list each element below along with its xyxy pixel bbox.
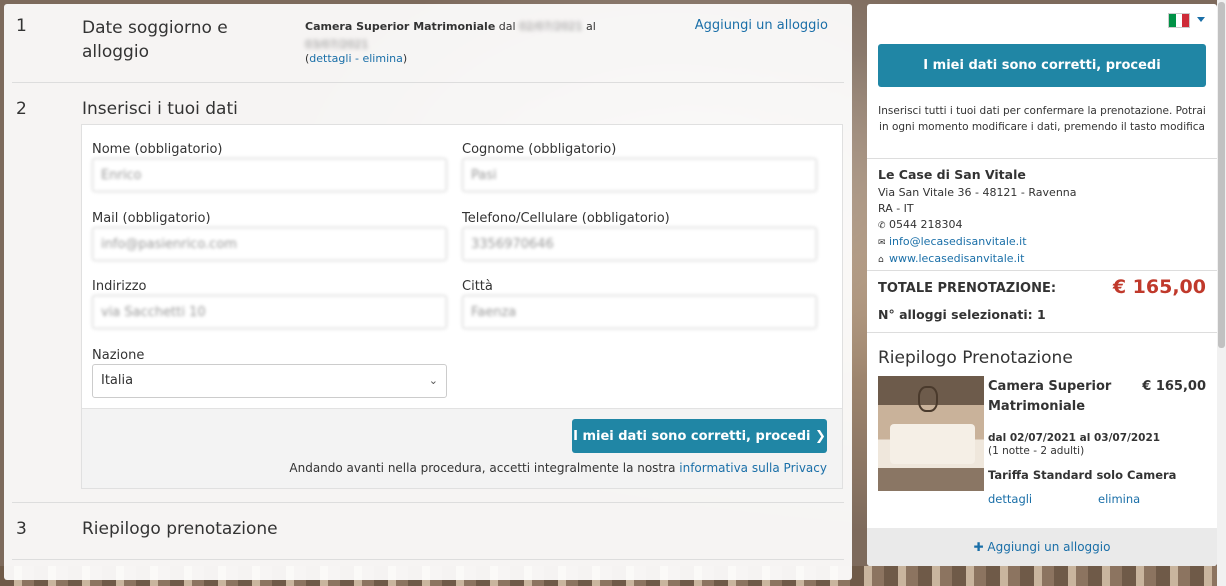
page-scrollbar[interactable] (1217, 0, 1226, 586)
sidebar-add-stay-label: Aggiungi un alloggio (987, 540, 1111, 554)
hotel-phone: 0544 218304 (889, 218, 963, 231)
hotel-website-link[interactable]: www.lecasedisanvitale.it (889, 252, 1024, 265)
address-field: Indirizzo (92, 279, 447, 329)
step-summary: 3 Riepilogo prenotazione (12, 503, 844, 560)
step-number: 1 (16, 16, 27, 36)
chevron-down-icon: ⌄ (428, 374, 438, 387)
summary-remove-link[interactable]: elimina (1098, 492, 1140, 506)
submit-label: I miei dati sono corretti, procedi (573, 428, 811, 444)
mail-label: Mail (obbligatorio) (92, 211, 211, 226)
hotel-email-link[interactable]: info@lecasedisanvitale.it (889, 235, 1027, 248)
caret-down-icon[interactable] (1197, 17, 1205, 22)
privacy-note: Andando avanti nella procedura, accetti … (289, 461, 827, 475)
address-input[interactable] (92, 295, 447, 329)
room-photo (878, 376, 984, 491)
country-field: Nazione Italia ⌄ (92, 348, 447, 398)
country-label: Nazione (92, 348, 145, 363)
city-label: Città (462, 279, 493, 294)
surname-field: Cognome (obbligatorio) (462, 142, 817, 192)
link-separator: - (351, 52, 363, 65)
hotel-name: Le Case di San Vitale (878, 167, 1026, 182)
step-dates: 1 Date soggiorno e alloggio Camera Super… (12, 4, 844, 83)
to-word: al (585, 20, 596, 33)
total-value: € 165,00 (1112, 276, 1206, 298)
hotel-address: Via San Vitale 36 - 48121 - Ravenna (878, 186, 1077, 199)
divider (867, 158, 1217, 159)
divider (867, 270, 1217, 271)
name-field: Nome (obbligatorio) (92, 142, 447, 192)
step-title: Inserisci i tuoi dati (82, 99, 238, 119)
booking-steps-panel: 1 Date soggiorno e alloggio Camera Super… (4, 4, 852, 580)
privacy-prefix: Andando avanti nella procedura, accetti … (289, 461, 676, 475)
mail-input[interactable] (92, 227, 447, 261)
summary-room-guests: (1 notte - 2 adulti) (988, 445, 1085, 457)
surname-input[interactable] (462, 158, 817, 192)
from-word: dal (498, 20, 516, 33)
name-input[interactable] (92, 158, 447, 192)
remove-link[interactable]: elimina (362, 52, 402, 65)
scrollbar-thumb[interactable] (1218, 2, 1225, 348)
hotel-info: Le Case di San Vitale Via San Vitale 36 … (878, 167, 1077, 268)
city-field: Città (462, 279, 817, 329)
step-number: 3 (16, 519, 27, 539)
sidebar-add-stay-button[interactable]: ✚ Aggiungi un alloggio (867, 528, 1217, 566)
language-flag-icon[interactable] (1168, 13, 1190, 28)
name-label: Nome (obbligatorio) (92, 142, 223, 157)
selected-room-info: Camera Superior Matrimoniale dal 02/07/2… (305, 18, 605, 54)
summary-room-price: € 165,00 (1142, 379, 1206, 394)
step-title: Date soggiorno e alloggio (82, 18, 228, 62)
mail-field: Mail (obbligatorio) (92, 211, 447, 261)
summary-room-dates: dal 02/07/2021 al 03/07/2021 (988, 432, 1161, 444)
from-date: 02/07/2021 (519, 20, 583, 33)
form-footer: I miei dati sono corretti, procedi ❯ And… (82, 408, 842, 488)
country-select[interactable]: Italia ⌄ (92, 364, 447, 398)
sidebar-submit-button[interactable]: I miei dati sono corretti, procedi (878, 44, 1206, 87)
surname-label: Cognome (obbligatorio) (462, 142, 617, 157)
phone-input[interactable] (462, 227, 817, 261)
submit-button[interactable]: I miei dati sono corretti, procedi ❯ (572, 419, 827, 453)
home-icon: ⌂ (878, 255, 884, 265)
phone-field: Telefono/Cellulare (obbligatorio) (462, 211, 817, 261)
summary-title: Riepilogo Prenotazione (878, 348, 1073, 368)
selected-room-name: Camera Superior Matrimoniale (305, 20, 496, 33)
divider (867, 332, 1217, 333)
step-number: 2 (16, 99, 27, 119)
add-stay-link[interactable]: Aggiungi un alloggio (695, 18, 828, 33)
summary-room-name: Camera Superior Matrimoniale (988, 379, 1112, 414)
chevron-right-icon: ❯ (815, 428, 826, 444)
country-value: Italia (101, 373, 134, 388)
details-link[interactable]: dettagli (309, 52, 351, 65)
step-title: Riepilogo prenotazione (82, 519, 278, 539)
envelope-icon: ✉ (878, 238, 886, 248)
total-label: TOTALE PRENOTAZIONE: (878, 281, 1057, 296)
booking-summary-sidebar: I miei dati sono corretti, procedi Inser… (867, 4, 1217, 566)
units-selected: N° alloggi selezionati: 1 (878, 307, 1046, 322)
to-date: 03/07/2021 (305, 38, 369, 51)
guest-data-form: Nome (obbligatorio) Cognome (obbligatori… (81, 124, 843, 489)
summary-details-link[interactable]: dettagli (988, 492, 1032, 506)
privacy-link[interactable]: informativa sulla Privacy (679, 461, 827, 475)
phone-icon: ✆ (878, 221, 886, 231)
city-input[interactable] (462, 295, 817, 329)
plus-icon: ✚ (973, 540, 984, 554)
address-label: Indirizzo (92, 279, 147, 294)
hotel-province: RA - IT (878, 202, 914, 215)
summary-room-rate: Tariffa Standard solo Camera (988, 468, 1177, 482)
selected-room-links: (dettagli - elimina) (305, 52, 408, 65)
phone-label: Telefono/Cellulare (obbligatorio) (462, 211, 670, 226)
step-guest-data: 2 Inserisci i tuoi dati Nome (obbligator… (12, 83, 844, 503)
sidebar-note: Inserisci tutti i tuoi dati per conferma… (878, 105, 1206, 133)
